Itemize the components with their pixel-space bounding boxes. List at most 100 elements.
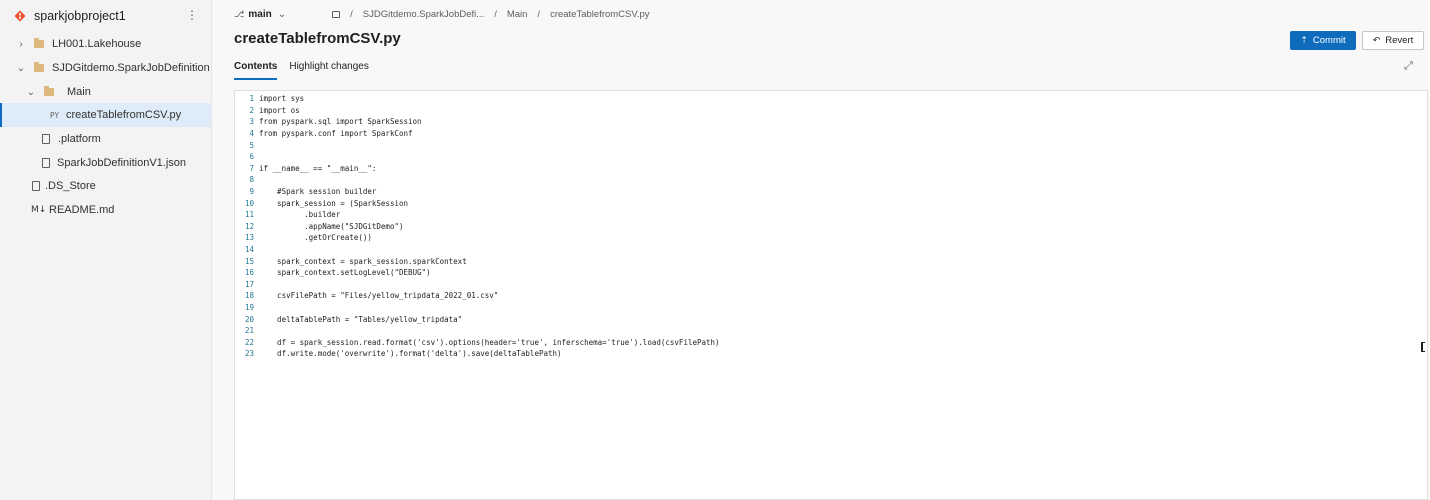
line-number: 6 xyxy=(249,152,254,162)
line-number: 10 xyxy=(244,198,254,208)
code-text: spark_context = spark_session.sparkConte… xyxy=(259,256,467,266)
expand-icon[interactable]: ⤢ xyxy=(1404,60,1413,73)
code-text: df.write.mode('overwrite').format('delta… xyxy=(259,349,562,359)
breadcrumb-item[interactable]: SJDGitdemo.SparkJobDefi... xyxy=(363,9,484,20)
tree-item-label: createTablefromCSV.py xyxy=(66,109,182,121)
code-text: deltaTablePath = "Tables/yellow_tripdata… xyxy=(259,314,463,324)
tree-item-label: README.md xyxy=(49,204,115,216)
code-line: 15 spark_context = spark_session.sparkCo… xyxy=(235,255,720,267)
sidebar: sparkjobproject1 ⋮ › LH001.Lakehouse ⌄ S… xyxy=(0,0,212,500)
breadcrumb-separator: / xyxy=(494,8,497,20)
tree-item-platform[interactable]: .platform xyxy=(0,127,211,151)
tree-item-lakehouse[interactable]: › LH001.Lakehouse xyxy=(0,32,211,56)
code-text: .appName("SJDGitDemo") xyxy=(259,221,404,231)
line-number: 19 xyxy=(244,302,254,312)
breadcrumb-item[interactable]: createTablefromCSV.py xyxy=(550,9,649,20)
breadcrumb-item[interactable]: Main xyxy=(507,9,528,20)
code-text: import os xyxy=(259,105,300,115)
code-line: 20 deltaTablePath = "Tables/yellow_tripd… xyxy=(235,313,720,325)
code-text: csvFilePath = "Files/yellow_tripdata_202… xyxy=(259,291,499,301)
branch-icon: ⎇ xyxy=(234,8,245,19)
code-line: 10 spark_session = (SparkSession xyxy=(235,197,720,209)
tree-item-ds-store[interactable]: .DS_Store xyxy=(0,174,211,198)
editor-scroll-marker xyxy=(1421,342,1425,352)
revert-icon: ↶ xyxy=(1372,35,1381,45)
code-line: 19 xyxy=(235,302,720,314)
code-text: .builder xyxy=(259,210,341,220)
line-number: 3 xyxy=(249,117,254,127)
line-number: 8 xyxy=(249,175,254,185)
revert-label: Revert xyxy=(1385,35,1414,46)
chevron-down-icon[interactable]: ⌄ xyxy=(16,63,26,74)
app-window: sparkjobproject1 ⋮ › LH001.Lakehouse ⌄ S… xyxy=(0,0,1430,500)
chevron-right-icon[interactable]: › xyxy=(16,39,26,50)
code-line: 3 from pyspark.sql import SparkSession xyxy=(235,116,720,128)
tab-bar: Contents Highlight changes xyxy=(234,58,381,80)
tree-item-createtablefromcsv[interactable]: PY createTablefromCSV.py xyxy=(0,103,211,127)
code-line: 17 xyxy=(235,279,720,291)
line-number: 13 xyxy=(244,233,254,243)
commit-button[interactable]: ⇡ Commit xyxy=(1290,31,1356,50)
git-repo-icon xyxy=(14,10,26,22)
code-line: 4 from pyspark.conf import SparkConf xyxy=(235,128,720,140)
line-number: 21 xyxy=(244,326,254,336)
branch-selector[interactable]: main xyxy=(248,9,271,20)
code-text: #Spark session builder xyxy=(259,187,377,197)
code-line: 2 import os xyxy=(235,105,720,117)
line-number: 18 xyxy=(244,291,254,301)
more-options-icon[interactable]: ⋮ xyxy=(186,9,198,21)
code-line: 5 xyxy=(235,139,720,151)
code-lines: 1 import sys 2 import os 3 from pyspark.sql i… xyxy=(235,93,720,360)
code-line: 14 xyxy=(235,244,720,256)
tree-item-sparkjobdefinition[interactable]: ⌄ SJDGitdemo.SparkJobDefinition xyxy=(0,56,211,80)
page-title: createTablefromCSV.py xyxy=(234,30,401,47)
line-number: 1 xyxy=(249,94,254,104)
folder-outline-icon xyxy=(332,10,341,18)
code-line: 21 xyxy=(235,325,720,337)
tab-highlight-changes[interactable]: Highlight changes xyxy=(289,58,369,80)
repo-name: sparkjobproject1 xyxy=(34,9,126,23)
file-icon xyxy=(42,158,50,168)
line-number: 23 xyxy=(244,349,254,359)
line-number: 16 xyxy=(244,268,254,278)
tree-item-label: SJDGitdemo.SparkJobDefinition xyxy=(52,62,210,74)
code-text: from pyspark.conf import SparkConf xyxy=(259,129,413,139)
code-editor[interactable]: 1 import sys 2 import os 3 from pyspark.sql i… xyxy=(234,90,1428,500)
topbar: ⎇ main ⌄ / SJDGitdemo.SparkJobDefi... / … xyxy=(234,6,650,22)
breadcrumb-separator: / xyxy=(537,8,541,20)
code-line: 16 spark_context.setLogLevel("DEBUG") xyxy=(235,267,720,279)
chevron-down-icon[interactable]: ⌄ xyxy=(278,9,286,20)
code-line: 9 #Spark session builder xyxy=(235,186,720,198)
folder-icon xyxy=(34,62,44,72)
tree-item-main[interactable]: ⌄ Main xyxy=(0,80,211,104)
code-line: 23 df.write.mode('overwrite').format('de… xyxy=(235,348,720,360)
line-number: 15 xyxy=(244,256,254,266)
code-text: if __name__ == "__main__": xyxy=(259,163,377,173)
folder-icon xyxy=(44,86,54,96)
code-line: 22 df = spark_session.read.format('csv')… xyxy=(235,336,720,348)
line-number: 7 xyxy=(249,163,254,173)
tree-item-sparkjobdefinitionv1-json[interactable]: SparkJobDefinitionV1.json xyxy=(0,151,211,175)
line-number: 20 xyxy=(244,314,254,324)
chevron-down-icon[interactable]: ⌄ xyxy=(26,87,36,98)
tab-contents[interactable]: Contents xyxy=(234,58,278,80)
line-number: 9 xyxy=(249,187,254,197)
code-text: df = spark_session.read.format('csv').op… xyxy=(259,337,720,347)
tree-item-label: .DS_Store xyxy=(45,180,96,192)
code-text: spark_context.setLogLevel("DEBUG") xyxy=(259,268,431,278)
line-number: 2 xyxy=(249,105,254,115)
breadcrumb-separator: / xyxy=(350,8,353,20)
code-text: spark_session = (SparkSession xyxy=(259,198,409,208)
tree-item-readme[interactable]: M↓ README.md xyxy=(0,198,211,222)
folder-icon xyxy=(34,38,44,48)
tree-item-label: SparkJobDefinitionV1.json xyxy=(57,157,187,169)
code-line: 1 import sys xyxy=(235,93,720,105)
code-line: 11 .builder xyxy=(235,209,720,221)
repo-header[interactable]: sparkjobproject1 ⋮ xyxy=(0,0,212,32)
code-line: 18 csvFilePath = "Files/yellow_tripdata_… xyxy=(235,290,720,302)
line-number: 14 xyxy=(244,245,254,255)
revert-button[interactable]: ↶ Revert xyxy=(1362,31,1424,50)
code-text: from pyspark.sql import SparkSession xyxy=(259,117,422,127)
code-line: 12 .appName("SJDGitDemo") xyxy=(235,221,720,233)
tree-item-label: .platform xyxy=(58,133,101,145)
